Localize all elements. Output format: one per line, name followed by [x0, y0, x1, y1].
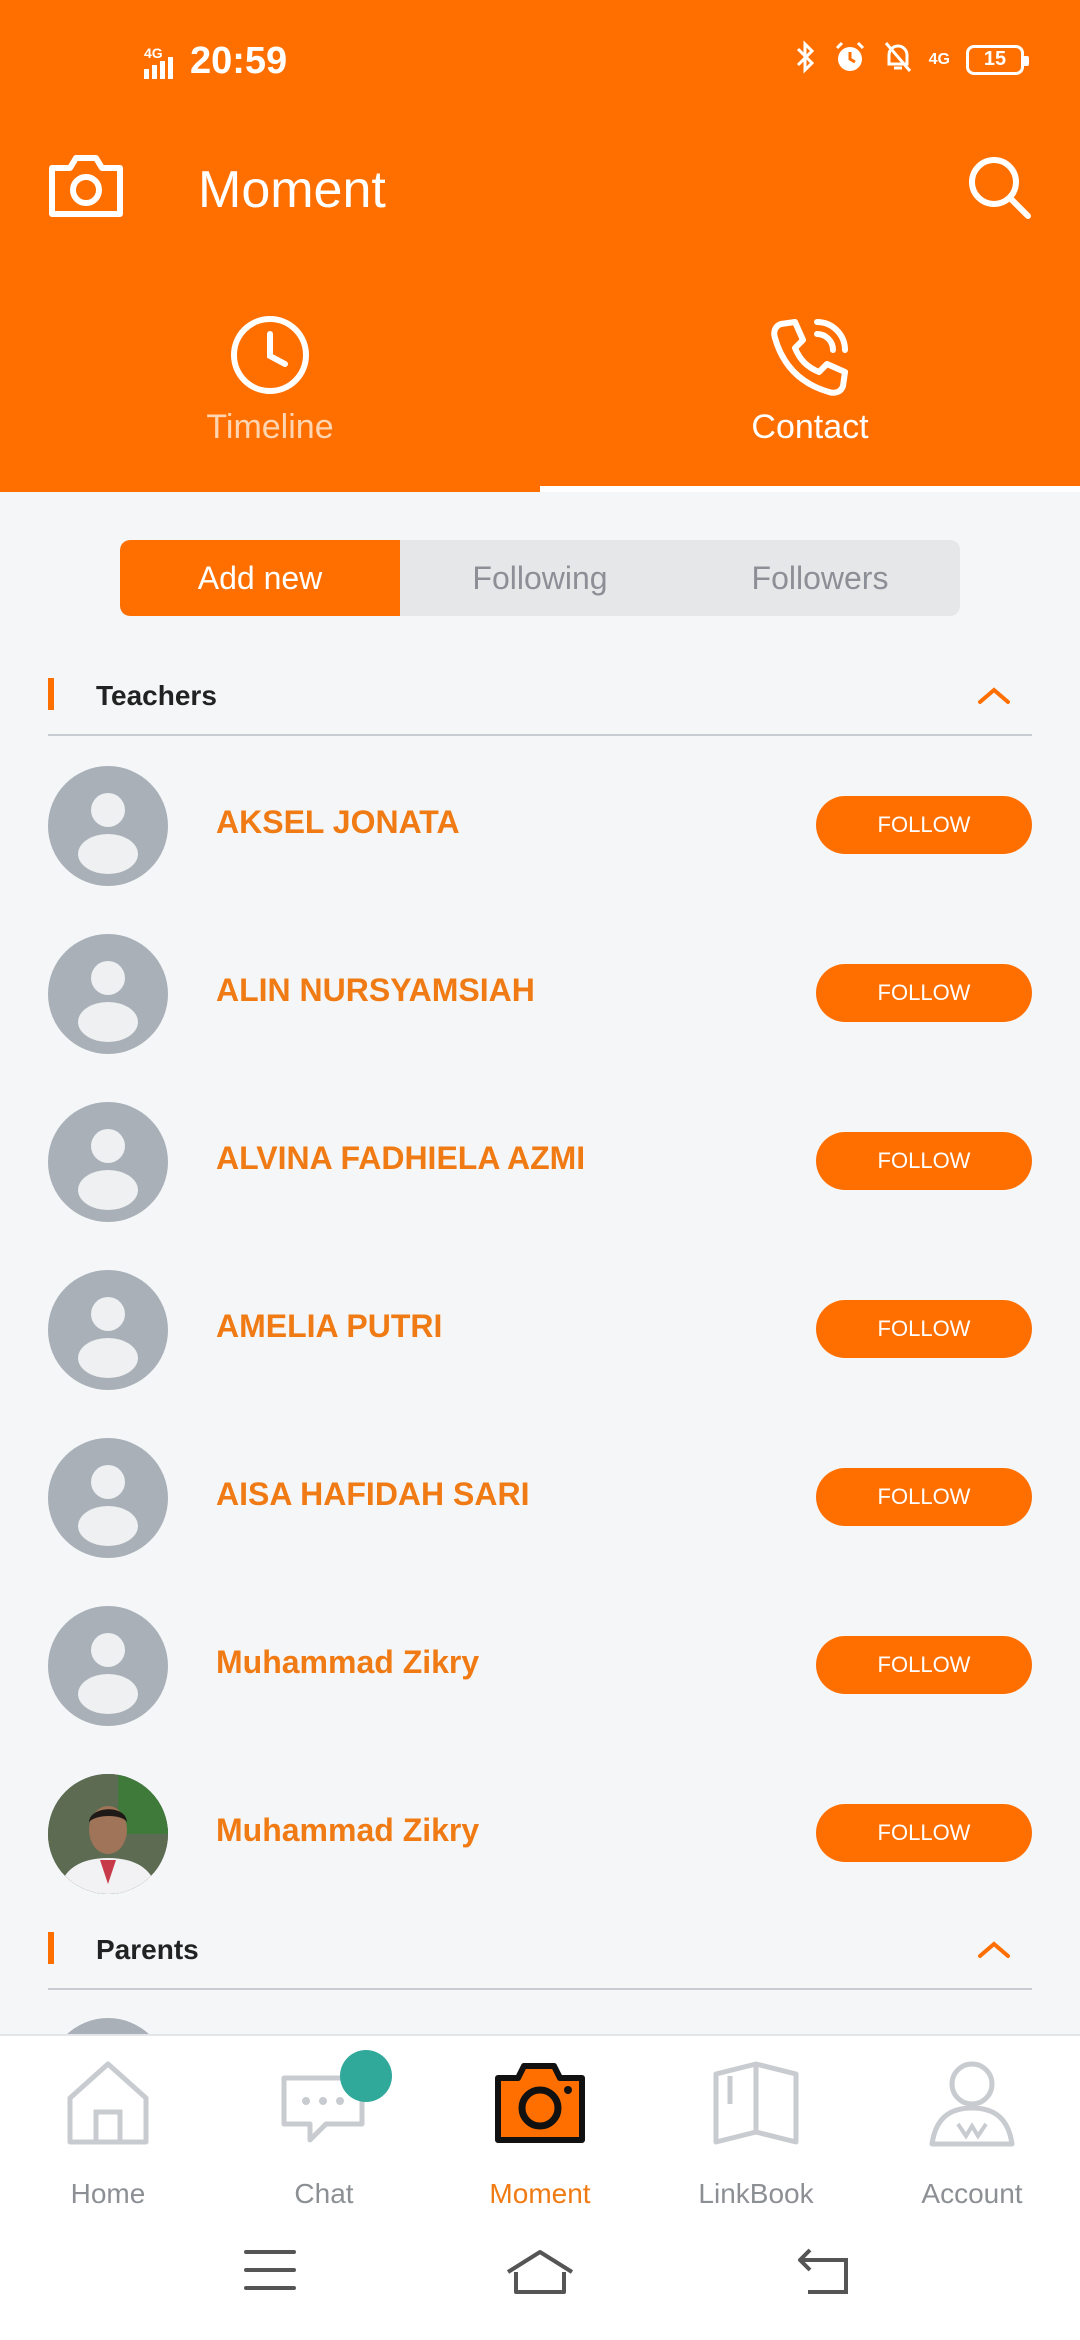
contact-row[interactable]: ALVINA FADHIELA AZMI FOLLOW — [48, 1102, 1032, 1222]
contact-name: AKSEL JONATA — [216, 804, 460, 840]
battery-level: 15 — [983, 48, 1007, 70]
contact-name: Muhammad Zikry — [216, 1812, 480, 1848]
home-icon — [60, 2054, 156, 2155]
follow-button[interactable]: FOLLOW — [816, 1132, 1032, 1190]
system-navigation-bar — [0, 2204, 1080, 2340]
phone-icon — [767, 314, 853, 405]
nav-moment[interactable]: Moment — [432, 2036, 648, 2209]
status-time: 20:59 — [190, 40, 288, 82]
avatar — [48, 1102, 168, 1222]
chevron-up-icon[interactable] — [974, 1934, 1014, 1969]
camera-icon — [492, 2054, 588, 2155]
avatar — [48, 1270, 168, 1390]
contact-row[interactable]: Muhammad Zikry FOLLOW — [48, 1606, 1032, 1726]
follow-button[interactable]: FOLLOW — [816, 1468, 1032, 1526]
page-title: Moment — [198, 161, 386, 219]
toolbar: Moment — [0, 140, 1080, 240]
contact-name: AISA HAFIDAH SARI — [216, 1476, 530, 1512]
contact-row[interactable]: AMELIA PUTRI FOLLOW — [48, 1270, 1032, 1390]
follow-button[interactable]: FOLLOW — [816, 1804, 1032, 1862]
follow-button[interactable]: FOLLOW — [816, 1300, 1032, 1358]
contact-name: ALVINA FADHIELA AZMI — [216, 1140, 586, 1176]
contact-row[interactable]: Muhammad Zikry FOLLOW — [48, 1774, 1032, 1894]
contact-row[interactable]: AKSEL JONATA FOLLOW — [48, 766, 1032, 886]
mute-bell-icon — [883, 40, 913, 79]
tab-contact[interactable]: Contact — [540, 300, 1080, 492]
avatar — [48, 934, 168, 1054]
contact-row[interactable]: AISA HAFIDAH SARI FOLLOW — [48, 1438, 1032, 1558]
avatar-photo — [48, 1774, 168, 1894]
tab-timeline[interactable]: Timeline — [0, 300, 540, 492]
follow-button[interactable]: FOLLOW — [816, 796, 1032, 854]
section-title: Teachers — [96, 680, 217, 711]
avatar — [48, 1606, 168, 1726]
contact-name: Muhammad Zikry — [216, 1644, 480, 1680]
battery-icon: 15 — [966, 44, 1029, 75]
top-tabs: Timeline Contact — [0, 300, 1080, 492]
section-title: Parents — [96, 1934, 199, 1965]
contact-row[interactable]: ALIN NURSYAMSIAH FOLLOW — [48, 934, 1032, 1054]
book-icon — [708, 2054, 804, 2155]
section-header-parents[interactable]: Parents — [48, 1918, 1032, 1990]
section-marker — [48, 678, 54, 710]
search-icon[interactable] — [966, 154, 1032, 225]
contact-filter-segment: Add new Following Followers — [120, 540, 960, 616]
menu-icon[interactable] — [244, 2248, 296, 2297]
status-bar: 4G 20:59 4G 15 — [0, 0, 1080, 120]
signal-icon: 4G — [144, 45, 180, 79]
nav-linkbook[interactable]: LinkBook — [648, 2036, 864, 2209]
bluetooth-icon — [795, 40, 817, 79]
tab-contact-label: Contact — [751, 408, 869, 446]
contact-name: AMELIA PUTRI — [216, 1308, 443, 1344]
section-header-teachers[interactable]: Teachers — [48, 664, 1032, 736]
follow-button[interactable]: FOLLOW — [816, 964, 1032, 1022]
alarm-icon — [833, 40, 867, 79]
nav-account[interactable]: Account — [864, 2036, 1080, 2209]
segment-followers[interactable]: Followers — [680, 540, 960, 616]
clock-icon — [229, 314, 311, 401]
follow-button[interactable]: FOLLOW — [816, 1636, 1032, 1694]
home-icon[interactable] — [504, 2248, 576, 2301]
contact-name: ALIN NURSYAMSIAH — [216, 972, 535, 1008]
chevron-up-icon[interactable] — [974, 680, 1014, 715]
back-icon[interactable] — [796, 2248, 852, 2301]
camera-icon[interactable] — [46, 150, 126, 225]
bottom-navigation: Home Chat Moment LinkBook Account — [0, 2034, 1080, 2209]
avatar — [48, 1438, 168, 1558]
segment-following[interactable]: Following — [400, 540, 680, 616]
avatar — [48, 766, 168, 886]
app-header: 4G 20:59 4G 15 Moment Timeline Contact — [0, 0, 1080, 492]
nav-home[interactable]: Home — [0, 2036, 216, 2209]
active-tab-indicator — [540, 486, 1080, 492]
account-icon — [924, 2054, 1020, 2155]
segment-add-new[interactable]: Add new — [120, 540, 400, 616]
notification-badge — [340, 2050, 392, 2102]
tab-timeline-label: Timeline — [206, 408, 334, 446]
nav-chat[interactable]: Chat — [216, 2036, 432, 2209]
section-marker — [48, 1932, 54, 1964]
network-4g-icon: 4G — [928, 50, 950, 68]
